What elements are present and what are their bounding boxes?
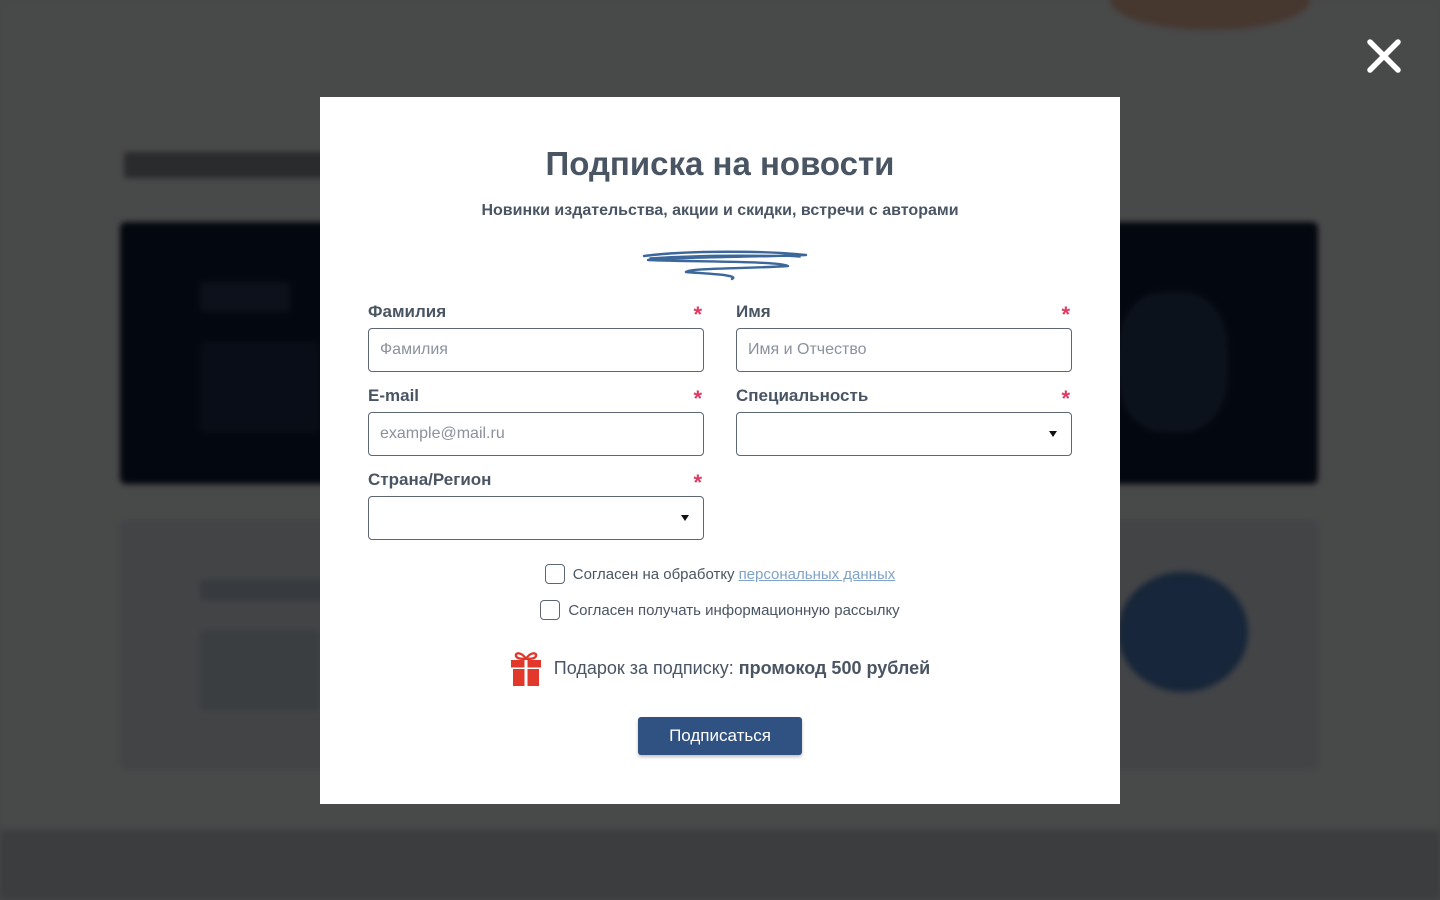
gift-icon [510, 652, 541, 686]
newsletter-consent-text: Согласен получать информационную рассылк… [568, 601, 900, 619]
region-label: Страна/Регион [368, 470, 492, 489]
email-label: E-mail [368, 386, 420, 405]
required-mark: * [693, 386, 702, 411]
newsletter-consent: Согласен получать информационную рассылк… [320, 600, 1120, 620]
personal-data-checkbox[interactable] [544, 564, 565, 584]
chevron-down-icon [1049, 431, 1057, 437]
gift-promocode: промокод 500 рублей [738, 657, 931, 678]
firstname-input[interactable] [736, 328, 1072, 372]
modal-subtitle: Новинки издательства, акции и скидки, вс… [481, 202, 959, 219]
close-icon [1367, 39, 1401, 73]
email-input[interactable] [368, 412, 704, 456]
lastname-input[interactable] [368, 328, 704, 372]
lastname-label: Фамилия [368, 302, 447, 321]
required-mark: * [1061, 302, 1070, 327]
subscribe-button[interactable]: Подписаться [638, 717, 802, 755]
personal-data-consent-text: Согласен на обработку [572, 565, 735, 583]
close-button[interactable] [1364, 36, 1404, 76]
email-field-group: E-mail * [368, 384, 704, 456]
required-mark: * [693, 302, 702, 327]
chevron-down-icon [681, 515, 689, 521]
region-field-group: Страна/Регион * [368, 468, 704, 540]
personal-data-consent: Согласен на обработку персональных данны… [320, 564, 1120, 584]
firstname-field-group: Имя * [736, 300, 1072, 372]
personal-data-link[interactable]: персональных данных [739, 566, 896, 583]
specialty-field-group: Специальность * [736, 384, 1072, 456]
gift-promo: Подарок за подписку: промокод 500 рублей [320, 650, 1120, 686]
lastname-field-group: Фамилия * [368, 300, 704, 372]
scribble-decoration [642, 250, 808, 281]
required-mark: * [1061, 386, 1070, 411]
specialty-select[interactable] [736, 412, 1072, 456]
newsletter-checkbox[interactable] [540, 600, 561, 620]
gift-text: Подарок за подписку: [553, 657, 734, 678]
specialty-label: Специальность [736, 386, 869, 405]
firstname-label: Имя [736, 302, 771, 321]
region-select[interactable] [368, 496, 704, 540]
modal-title: Подписка на новости [545, 145, 895, 182]
required-mark: * [693, 470, 702, 495]
subscribe-modal: Подписка на новости Новинки издательства… [320, 97, 1120, 804]
